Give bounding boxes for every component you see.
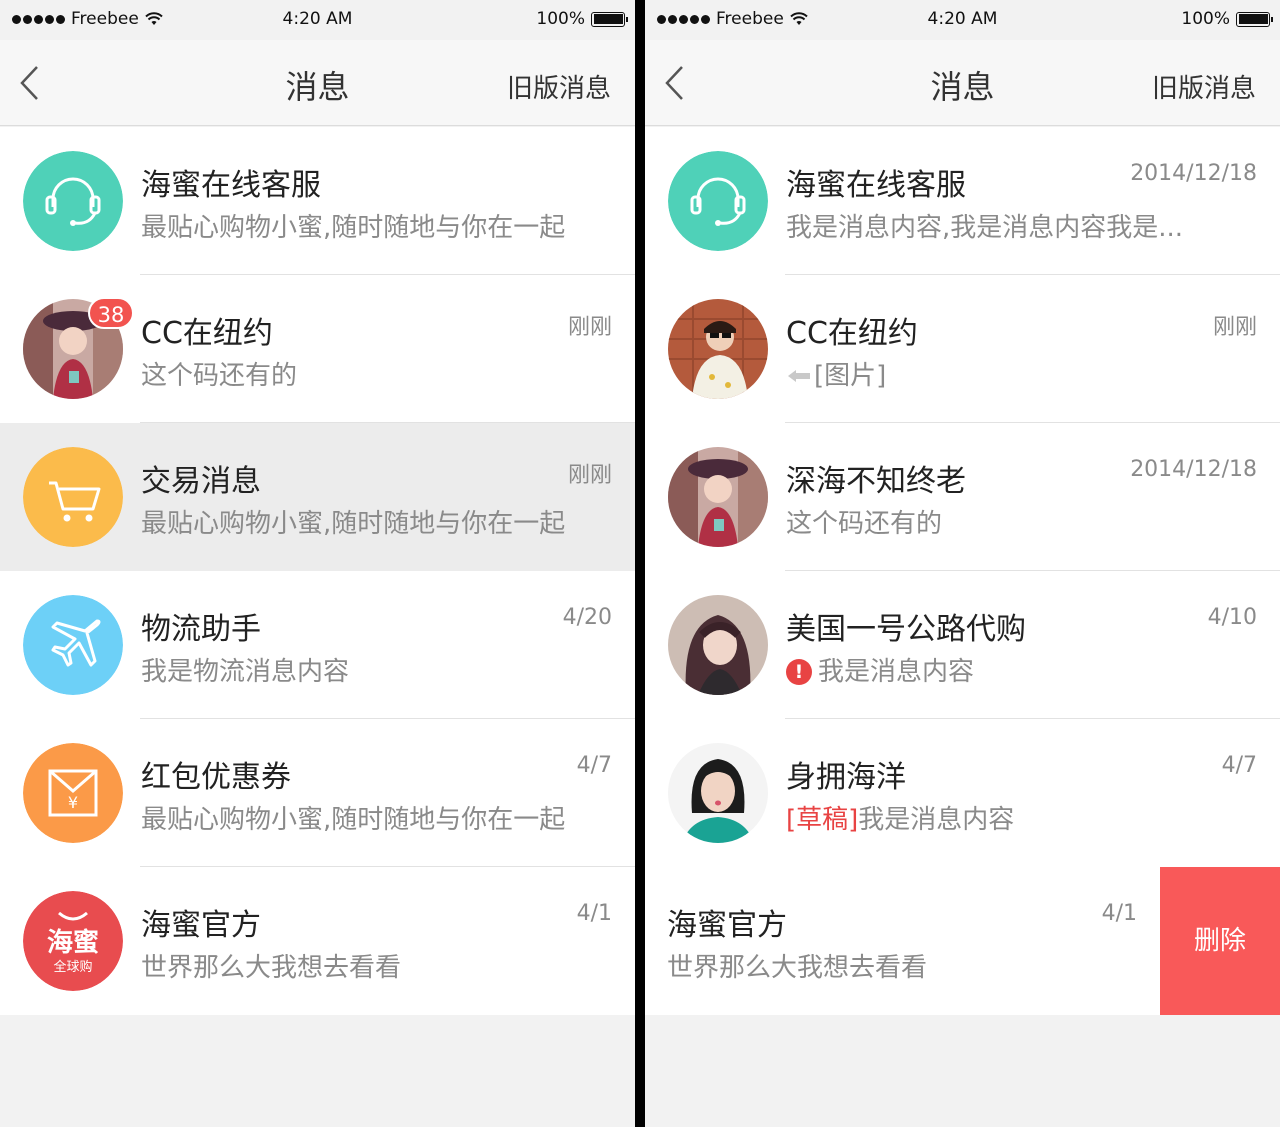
message-preview: 最贴心购物小蜜,随时随地与你在一起: [141, 509, 566, 539]
user-avatar: [668, 743, 768, 843]
message-time: 刚刚: [567, 315, 612, 340]
message-preview: 世界那么大我想去看看: [141, 953, 402, 983]
message-preview: 我是物流消息内容: [141, 657, 350, 687]
nav-bar: 消息 旧版消息: [0, 40, 635, 126]
cart-icon: [23, 447, 123, 547]
old-version-button[interactable]: 旧版消息: [507, 68, 611, 105]
contact-name: 海蜜官方: [667, 908, 787, 943]
message-preview: 最贴心购物小蜜,随时随地与你在一起: [141, 805, 566, 835]
user-avatar: [668, 299, 768, 399]
nav-bar: 消息 旧版消息: [645, 40, 1280, 126]
message-time: 4/20: [562, 605, 612, 630]
message-preview: [图片]: [786, 355, 886, 392]
battery: 100%: [1181, 9, 1273, 29]
status-bar: Freebee 4:20 AM 100%: [0, 0, 635, 40]
delete-button[interactable]: 删除: [1160, 867, 1280, 1015]
list-item[interactable]: ¥ 红包优惠券 最贴心购物小蜜,随时随地与你在一起 4/7: [0, 719, 635, 867]
contact-name: CC在纽约: [141, 316, 273, 351]
contact-name: CC在纽约: [786, 316, 918, 351]
message-time: 4/1: [576, 901, 612, 926]
svg-text:¥: ¥: [68, 793, 78, 812]
message-preview: 最贴心购物小蜜,随时随地与你在一起: [141, 213, 566, 243]
list-item[interactable]: 38 CC在纽约 这个码还有的 刚刚: [0, 275, 635, 423]
battery-icon: [591, 11, 628, 27]
message-preview: [草稿]我是消息内容: [786, 805, 1015, 835]
message-time: 2014/12/18: [1130, 161, 1257, 186]
message-preview: ! 我是消息内容: [786, 651, 974, 688]
list-item[interactable]: 海蜜 全球购 海蜜官方 世界那么大我想去看看 4/1: [0, 867, 635, 1015]
user-avatar: [668, 595, 768, 695]
list-item[interactable]: CC在纽约 [图片] 刚刚: [645, 275, 1280, 423]
battery-icon: [1236, 11, 1273, 27]
message-time: 刚刚: [567, 463, 612, 488]
message-time: 4/1: [1101, 901, 1137, 926]
headset-icon: [668, 151, 768, 251]
sending-arrow-icon: [788, 370, 810, 382]
list-item[interactable]: 海蜜官方 世界那么大我想去看看 4/1 删除: [645, 867, 1280, 1015]
haimi-logo: 海蜜 全球购: [23, 891, 123, 991]
old-version-button[interactable]: 旧版消息: [1152, 68, 1256, 105]
right-screen: Freebee 4:20 AM 100% 消息 旧版消息 海蜜在线客服 我是消息…: [645, 0, 1280, 1127]
svg-text:海蜜: 海蜜: [47, 927, 99, 958]
contact-name: 美国一号公路代购: [786, 612, 1026, 647]
contact-name: 海蜜在线客服: [786, 168, 966, 203]
message-list: 海蜜在线客服 我是消息内容,我是消息内容我是... 2014/12/18 CC在…: [645, 127, 1280, 1015]
battery-percent: 100%: [536, 9, 585, 29]
list-item[interactable]: 物流助手 我是物流消息内容 4/20: [0, 571, 635, 719]
battery: 100%: [536, 9, 628, 29]
contact-name: 深海不知终老: [786, 464, 966, 499]
message-list: 海蜜在线客服 最贴心购物小蜜,随时随地与你在一起 38 CC在纽约 这个码还有的: [0, 127, 635, 1015]
list-item[interactable]: 身拥海洋 [草稿]我是消息内容 4/7: [645, 719, 1280, 867]
error-icon: !: [786, 659, 812, 685]
message-preview: 我是消息内容,我是消息内容我是...: [786, 213, 1184, 243]
message-preview: 这个码还有的: [786, 509, 943, 539]
message-time: 4/7: [1221, 753, 1257, 778]
message-preview: 这个码还有的: [141, 361, 298, 391]
list-item[interactable]: 美国一号公路代购 ! 我是消息内容 4/10: [645, 571, 1280, 719]
contact-name: 海蜜官方: [141, 908, 261, 943]
status-bar: Freebee 4:20 AM 100%: [645, 0, 1280, 40]
list-item[interactable]: 海蜜在线客服 最贴心购物小蜜,随时随地与你在一起: [0, 127, 635, 275]
message-time: 刚刚: [1212, 315, 1257, 340]
draft-label: [草稿]: [786, 805, 859, 835]
list-item[interactable]: 深海不知终老 这个码还有的 2014/12/18: [645, 423, 1280, 571]
unread-badge: 38: [88, 297, 134, 329]
message-time: 4/7: [576, 753, 612, 778]
contact-name: 物流助手: [141, 612, 261, 647]
message-preview: 世界那么大我想去看看: [667, 953, 928, 983]
message-time: 2014/12/18: [1130, 457, 1257, 482]
envelope-icon: ¥: [23, 743, 123, 843]
user-avatar: [668, 447, 768, 547]
contact-name: 红包优惠券: [141, 760, 291, 795]
headset-icon: [23, 151, 123, 251]
airplane-icon: [23, 595, 123, 695]
contact-name: 交易消息: [141, 464, 261, 499]
message-time: 4/10: [1207, 605, 1257, 630]
svg-text:全球购: 全球购: [53, 959, 92, 975]
left-screen: Freebee 4:20 AM 100% 消息 旧版消息 海蜜在线客服 最贴心购…: [0, 0, 635, 1127]
contact-name: 身拥海洋: [786, 760, 906, 795]
list-item[interactable]: 海蜜在线客服 我是消息内容,我是消息内容我是... 2014/12/18: [645, 127, 1280, 275]
battery-percent: 100%: [1181, 9, 1230, 29]
list-item[interactable]: 交易消息 最贴心购物小蜜,随时随地与你在一起 刚刚: [0, 423, 635, 571]
contact-name: 海蜜在线客服: [141, 168, 321, 203]
